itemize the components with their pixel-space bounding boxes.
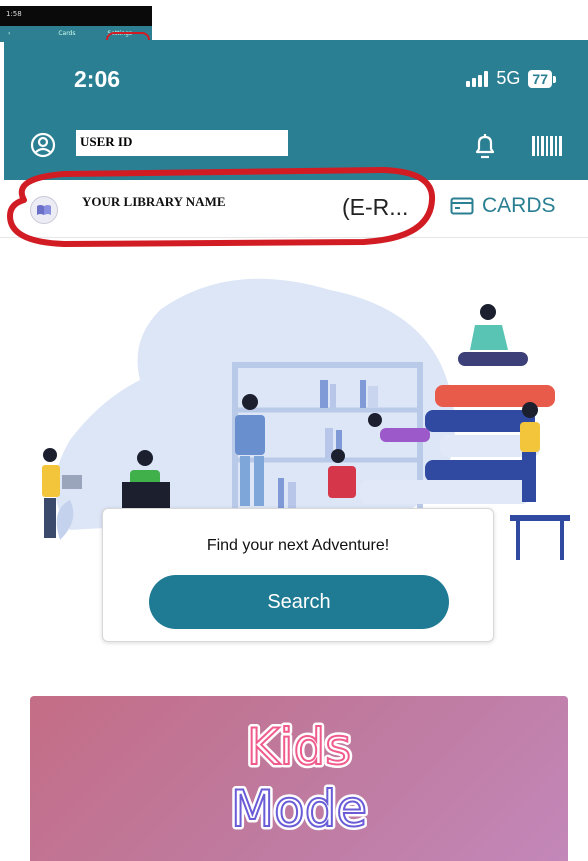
user-icon[interactable] (30, 132, 56, 158)
search-button[interactable]: Search (149, 575, 449, 629)
thumbnail-status-time: 1:58 (6, 10, 22, 18)
status-indicators: 5G 77 (466, 68, 556, 89)
cards-label: CARDS (482, 194, 556, 217)
search-card: Find your next Adventure! Search (102, 508, 494, 642)
card-icon (450, 197, 474, 215)
kids-mode-banner[interactable]: Kids Kids Mode Mode (30, 696, 568, 861)
status-time: 2:06 (74, 66, 121, 92)
cards-button[interactable]: CARDS (450, 194, 556, 218)
screenshot-thumbnail: 1:58 ‹ Cards Settings (0, 6, 152, 42)
battery-icon: 77 (528, 69, 556, 88)
app-header: 2:06 5G 77 USER ID (4, 40, 588, 180)
search-title: Find your next Adventure! (206, 537, 390, 554)
thumbnail-back: ‹ (8, 30, 11, 37)
kids-mode-line2-color: Mode (231, 780, 367, 838)
user-id-field[interactable]: USER ID (76, 130, 288, 156)
bell-icon[interactable] (472, 132, 498, 160)
network-label: 5G (496, 68, 521, 88)
barcode-icon[interactable] (532, 136, 562, 156)
annotation-circle (6, 166, 436, 248)
kids-mode-text: Kids Kids Mode Mode (227, 715, 370, 842)
signal-icon (466, 70, 489, 87)
thumbnail-cards: Cards (58, 30, 76, 37)
kids-mode-line1-color: Kids (247, 718, 351, 776)
